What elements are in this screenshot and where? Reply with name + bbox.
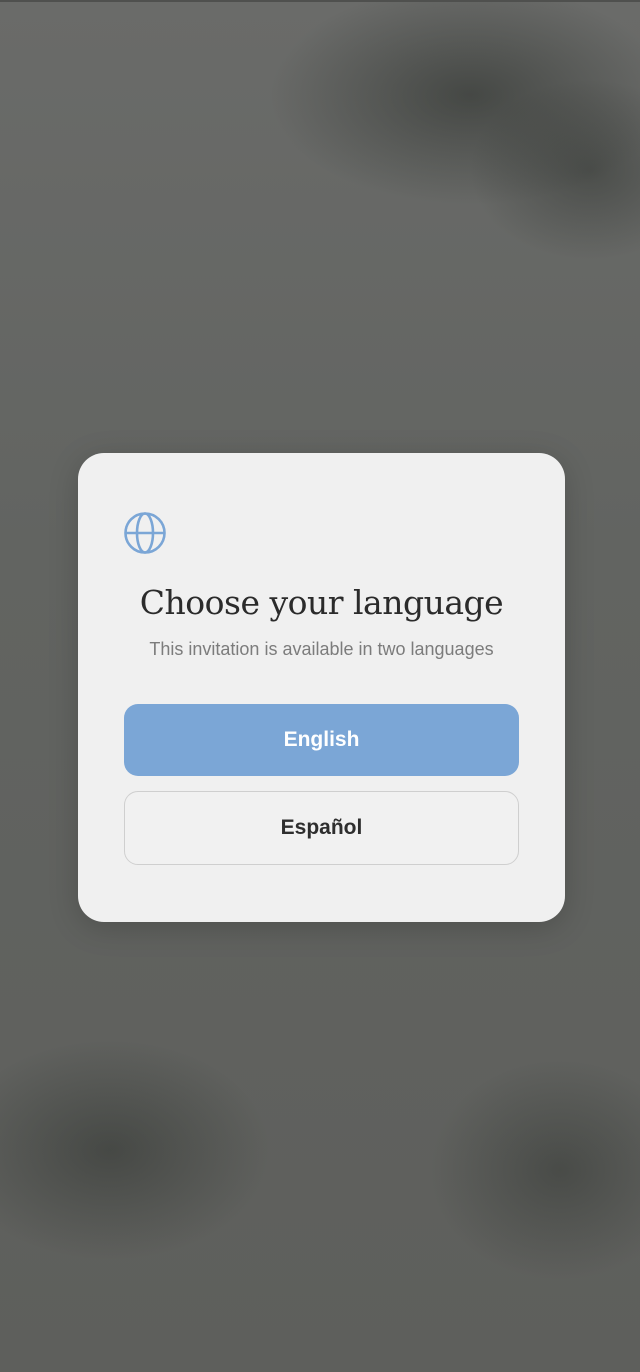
modal-subtitle: This invitation is available in two lang… — [149, 639, 494, 659]
espanol-button-label: Español — [280, 816, 363, 839]
globe-icon — [123, 511, 167, 555]
top-divider — [0, 0, 640, 2]
language-modal: Choose your language This invitation is … — [78, 453, 565, 922]
modal-title: Choose your language — [139, 583, 504, 622]
english-button[interactable]: English — [124, 704, 519, 776]
espanol-button[interactable]: Español — [124, 791, 519, 865]
english-button-label: English — [283, 728, 360, 751]
